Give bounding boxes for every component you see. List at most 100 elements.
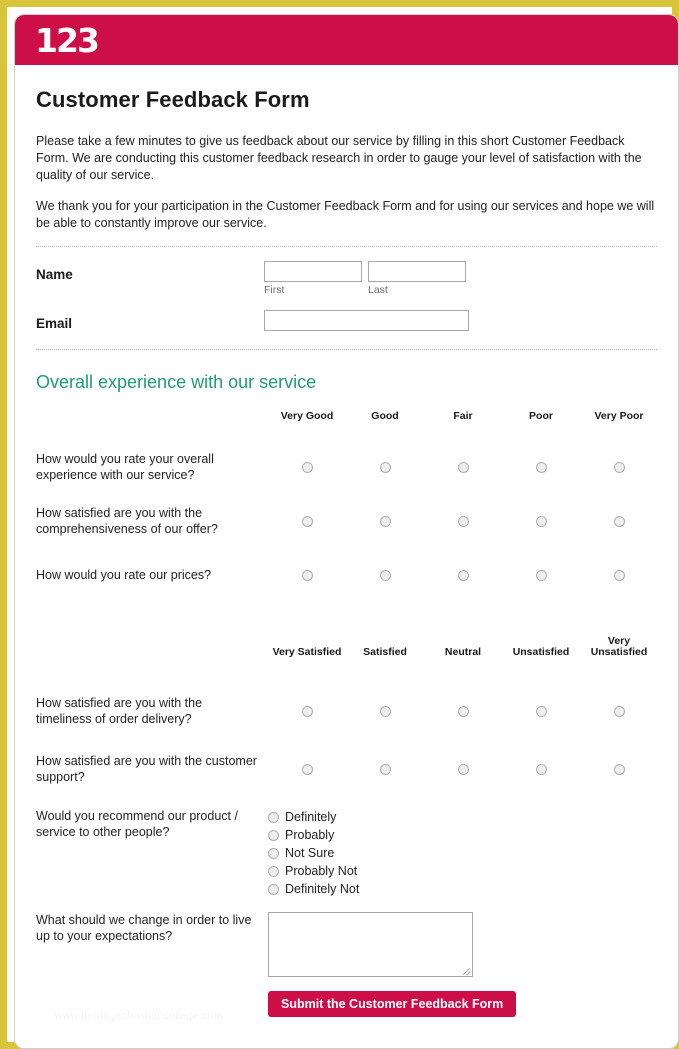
matrix-1-option-cell[interactable] [502, 461, 580, 473]
matrix-1-option-cell[interactable] [268, 569, 346, 581]
radio-button[interactable] [379, 515, 391, 527]
matrix-2-option-cell[interactable] [424, 763, 502, 775]
radio-button[interactable] [613, 515, 625, 527]
matrix-1-option-cell[interactable] [346, 569, 424, 581]
matrix-2-option-cell[interactable] [346, 705, 424, 717]
resize-handle-icon[interactable] [462, 966, 471, 975]
matrix-1-row: How would you rate our prices? [36, 552, 657, 598]
matrix-2-option-cell[interactable] [268, 705, 346, 717]
radio-button[interactable] [301, 763, 313, 775]
radio-button[interactable] [301, 569, 313, 581]
radio-button[interactable] [535, 515, 547, 527]
matrix-1-option-cell[interactable] [580, 461, 658, 473]
intro-text: Please take a few minutes to give us fee… [36, 133, 657, 232]
matrix-2-row: How satisfied are you with the timelines… [36, 688, 657, 734]
matrix-1-option-cell[interactable] [346, 515, 424, 527]
matrix-1-question: How would you rate our prices? [36, 568, 212, 582]
brand-banner: 123 [15, 15, 678, 65]
radio-button[interactable] [268, 884, 279, 895]
logo-123: 123 [35, 21, 100, 60]
matrix-2-option-cell[interactable] [424, 705, 502, 717]
radio-button[interactable] [301, 515, 313, 527]
radio-button[interactable] [613, 461, 625, 473]
recommend-option-label: Probably Not [285, 864, 358, 878]
matrix-2-option-cell[interactable] [580, 763, 658, 775]
email-inputs [264, 310, 469, 331]
matrix-1-option-cell[interactable] [502, 515, 580, 527]
matrix-1-header-row: Very Good Good Fair Poor Very Poor [36, 411, 657, 422]
matrix-2-row: How satisfied are you with the customer … [36, 746, 657, 792]
matrix-1-option-cell[interactable] [424, 569, 502, 581]
matrix-2-question: How satisfied are you with the timelines… [36, 696, 203, 726]
email-input[interactable] [264, 310, 469, 331]
radio-button[interactable] [379, 461, 391, 473]
name-field-row: Name First Last [36, 261, 657, 296]
matrix-1-option-cell[interactable] [424, 515, 502, 527]
recommend-question-label: Would you recommend our product / servic… [36, 809, 238, 839]
radio-button[interactable] [613, 763, 625, 775]
radio-button[interactable] [613, 569, 625, 581]
matrix-2-question: How satisfied are you with the customer … [36, 754, 257, 784]
radio-button[interactable] [457, 515, 469, 527]
recommend-option-label: Probably [285, 828, 335, 842]
first-name-input[interactable] [264, 261, 362, 282]
radio-button[interactable] [379, 763, 391, 775]
recommend-option[interactable]: Definitely Not [268, 882, 359, 897]
radio-button[interactable] [457, 705, 469, 717]
radio-button[interactable] [301, 705, 313, 717]
matrix-1-col-header: Good [371, 410, 399, 422]
radio-button[interactable] [535, 763, 547, 775]
name-label: Name [36, 267, 73, 282]
matrix-2-col-header: Unsatisfied [512, 646, 570, 658]
change-textarea-wrapper[interactable] [268, 912, 473, 977]
radio-button[interactable] [457, 461, 469, 473]
site-watermark: www.heritagechristiancollege.com [55, 1010, 223, 1022]
matrix-2-col-header: Satisfied [363, 646, 407, 658]
recommend-option-label: Not Sure [285, 846, 335, 860]
radio-button[interactable] [457, 569, 469, 581]
matrix-1-option-cell[interactable] [580, 569, 658, 581]
recommend-option[interactable]: Probably Not [268, 864, 359, 879]
matrix-2-header-row: Very Satisfied Satisfied Neutral Unsatis… [36, 636, 657, 658]
email-field-row: Email [36, 310, 657, 331]
matrix-1-option-cell[interactable] [268, 515, 346, 527]
matrix-2-option-cell[interactable] [502, 763, 580, 775]
form-card: 123 Customer Feedback Form Please take a… [14, 14, 679, 1049]
radio-button[interactable] [613, 705, 625, 717]
radio-button[interactable] [535, 569, 547, 581]
matrix-1-option-cell[interactable] [424, 461, 502, 473]
matrix-1-option-cell[interactable] [580, 515, 658, 527]
rating-matrix-1: Very Good Good Fair Poor Very Poor How w… [36, 411, 657, 598]
intro-paragraph-1: Please take a few minutes to give us fee… [36, 134, 642, 182]
radio-button[interactable] [268, 830, 279, 841]
matrix-1-row: How satisfied are you with the comprehen… [36, 498, 657, 544]
submit-button[interactable]: Submit the Customer Feedback Form [268, 991, 517, 1017]
first-name-sublabel: First [264, 284, 285, 296]
page-frame: 123 Customer Feedback Form Please take a… [0, 0, 679, 1049]
first-name-group: First [264, 261, 362, 296]
matrix-2-option-cell[interactable] [580, 705, 658, 717]
last-name-input[interactable] [368, 261, 466, 282]
radio-button[interactable] [301, 461, 313, 473]
radio-button[interactable] [535, 461, 547, 473]
radio-button[interactable] [379, 569, 391, 581]
recommend-option[interactable]: Definitely [268, 810, 359, 825]
name-inputs: First Last [264, 261, 472, 296]
radio-button[interactable] [379, 705, 391, 717]
recommend-option-label: Definitely Not [285, 882, 360, 896]
radio-button[interactable] [268, 866, 279, 877]
radio-button[interactable] [268, 812, 279, 823]
matrix-2-option-cell[interactable] [346, 763, 424, 775]
recommend-option[interactable]: Not Sure [268, 846, 359, 861]
radio-button[interactable] [535, 705, 547, 717]
matrix-2-option-cell[interactable] [502, 705, 580, 717]
radio-button[interactable] [457, 763, 469, 775]
matrix-1-col-header: Poor [529, 410, 553, 422]
recommend-option[interactable]: Probably [268, 828, 359, 843]
matrix-1-option-cell[interactable] [268, 461, 346, 473]
page-title: Customer Feedback Form [36, 87, 310, 112]
matrix-1-option-cell[interactable] [502, 569, 580, 581]
matrix-2-option-cell[interactable] [268, 763, 346, 775]
radio-button[interactable] [268, 848, 279, 859]
matrix-1-option-cell[interactable] [346, 461, 424, 473]
